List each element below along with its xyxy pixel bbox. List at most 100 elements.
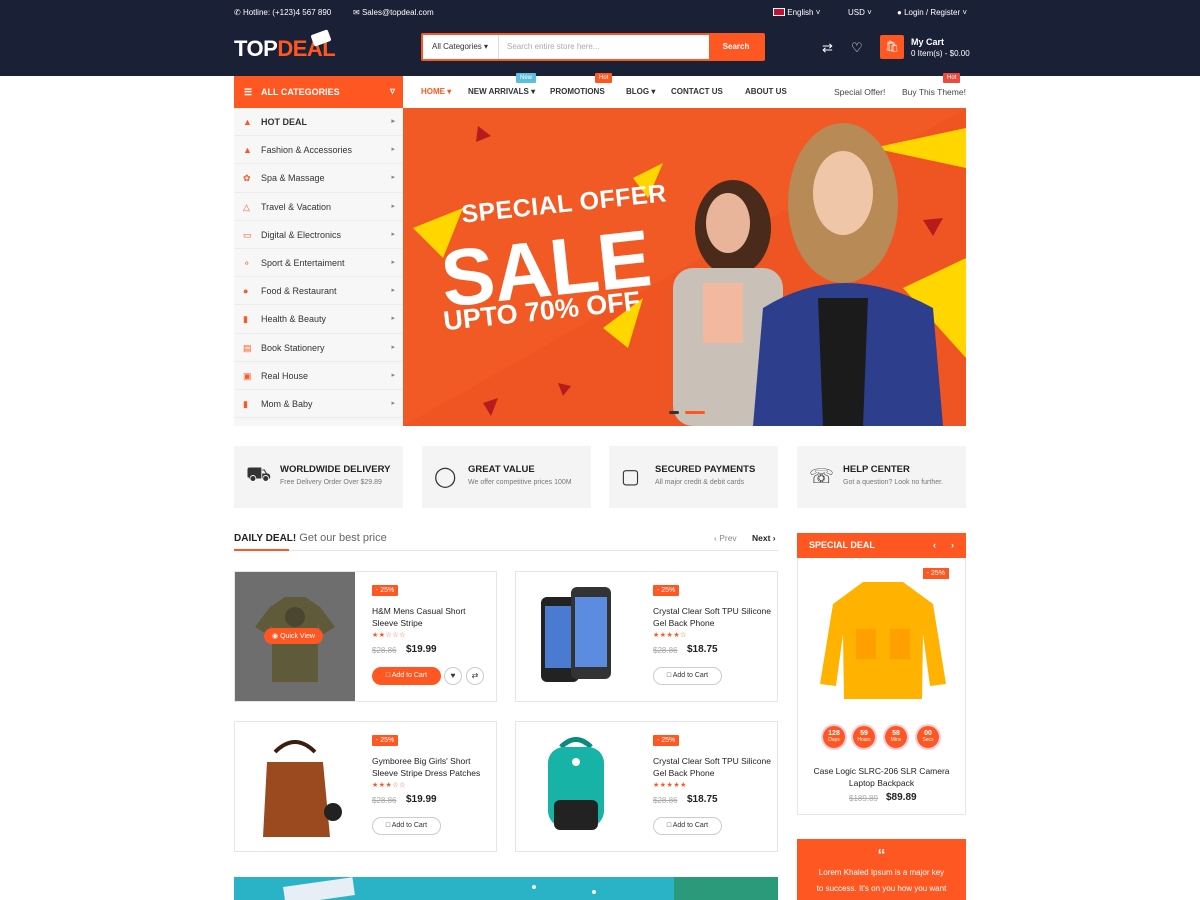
chevron-right-icon[interactable]: › xyxy=(951,533,954,558)
category-list: ▲ HOT DEAL ▸ ▲ Fashion & Accessories ▸ ✿ Spa & … xyxy=(234,108,403,426)
add-to-cart-label: Add to Cart xyxy=(672,822,709,829)
price: $19.99 xyxy=(406,794,437,805)
product-image[interactable]: ◉ Quick View xyxy=(235,572,355,701)
category-item[interactable]: ● Food & Restaurant ▸ xyxy=(234,277,403,306)
food-icon: ● xyxy=(243,286,249,297)
currency-label: USD xyxy=(848,8,865,17)
add-to-cart-button[interactable]: □ Add to Cart xyxy=(372,817,441,835)
wishlist-heart-icon[interactable]: ♥ xyxy=(444,667,462,685)
product-card[interactable]: - 25% Crystal Clear Soft TPU Silicone Ge… xyxy=(515,571,778,702)
special-offer-link[interactable]: Special Offer! xyxy=(834,87,885,97)
next-button[interactable]: Next › xyxy=(752,533,776,543)
category-item[interactable]: ▭ Digital & Electronics ▸ xyxy=(234,221,403,249)
special-deal-name[interactable]: Case Logic SLRC-206 SLR Camera Laptop Ba… xyxy=(798,765,965,789)
product-name[interactable]: Crystal Clear Soft TPU Silicone Gel Back… xyxy=(653,605,773,629)
chevron-down-icon: ˅ xyxy=(815,8,821,17)
feature-box: ⛟ WORLDWIDE DELIVERY Free Delivery Order O… xyxy=(234,446,403,508)
wishlist-heart-icon[interactable]: ♡ xyxy=(851,40,863,56)
product-image[interactable] xyxy=(235,722,355,851)
all-categories-label: ALL CATEGORIES xyxy=(261,87,340,97)
category-item[interactable]: ▲ HOT DEAL ▸ xyxy=(234,108,403,137)
book-icon: ▤ xyxy=(243,342,252,353)
discount-badge: - 25% xyxy=(372,585,399,596)
chevron-right-icon: ▸ xyxy=(391,287,395,295)
compare-icon[interactable]: ⇄ xyxy=(822,40,833,56)
chevron-right-icon: ▸ xyxy=(391,399,395,407)
all-categories-toggle[interactable]: ☰ ALL CATEGORIES ▿ xyxy=(234,76,403,108)
product-name[interactable]: Gymboree Big Girls' Short Sleeve Stripe … xyxy=(372,755,492,779)
feature-title: WORLDWIDE DELIVERY xyxy=(280,464,391,475)
product-image[interactable] xyxy=(516,722,636,851)
header: ✆ Hotline: (+123)4 567 890 ✉ Sales@topde… xyxy=(0,0,1200,76)
chevron-right-icon: ▸ xyxy=(391,230,395,238)
flame-icon: ▲ xyxy=(243,117,252,127)
countdown-label: Secs xyxy=(922,737,934,743)
old-price: $28.86 xyxy=(653,646,678,655)
sweater-image[interactable] xyxy=(818,574,948,704)
product-name[interactable]: H&M Mens Casual Short Sleeve Stripe xyxy=(372,605,492,629)
account-menu[interactable]: ● Login / Register ˅ xyxy=(897,8,967,17)
add-to-cart-button[interactable]: □ Add to Cart xyxy=(653,667,722,685)
category-item[interactable]: △ Travel & Vacation ▸ xyxy=(234,193,403,221)
caret-down-icon: ▾ xyxy=(531,87,536,96)
discount-badge: - 25% xyxy=(372,735,399,746)
category-label: Fashion & Accessories xyxy=(261,145,353,156)
chevron-left-icon[interactable]: ‹ xyxy=(933,533,936,558)
search-input[interactable]: Search entire store here... xyxy=(507,35,600,59)
promo-banner[interactable] xyxy=(234,877,778,900)
prev-button[interactable]: ‹ Prev xyxy=(714,533,737,543)
product-card[interactable]: ◉ Quick View - 25% H&M Mens Casual Short… xyxy=(234,571,497,702)
category-label: Book Stationery xyxy=(261,342,325,353)
hot-badge: Hot xyxy=(943,73,961,83)
chevron-down-icon: ˅ xyxy=(867,8,872,17)
hero-banner[interactable]: SPECIAL OFFER SALE UPTO 70% OFF xyxy=(403,108,966,426)
nav-about[interactable]: ABOUT US xyxy=(745,87,787,96)
product-image[interactable] xyxy=(516,572,636,701)
bottle-icon: ▮ xyxy=(243,398,248,409)
category-item[interactable]: ✿ Spa & Massage ▸ xyxy=(234,164,403,193)
category-item[interactable]: ▮ Mom & Baby ▸ xyxy=(234,390,403,419)
category-label: Spa & Massage xyxy=(261,173,325,184)
add-to-cart-button[interactable]: □ Add to Cart xyxy=(653,817,722,835)
cart-summary[interactable]: 0 Item(s) - $0.00 xyxy=(911,49,970,58)
add-to-cart-label: Add to Cart xyxy=(391,822,428,829)
nav-new-arrivals[interactable]: NEW ARRIVALS ▾ xyxy=(468,87,535,96)
product-card[interactable]: - 25% Crystal Clear Soft TPU Silicone Ge… xyxy=(515,721,778,852)
daily-deal-heading: DAILY DEAL! Get our best price xyxy=(234,532,387,544)
buy-theme-link[interactable]: Buy This Theme! xyxy=(902,87,966,97)
rating-stars: ★★☆☆☆ xyxy=(372,632,406,639)
language-selector[interactable]: English ˅ xyxy=(773,8,820,17)
quick-view-button[interactable]: ◉ Quick View xyxy=(264,628,323,644)
slider-dot-active[interactable] xyxy=(685,411,705,414)
category-item[interactable]: ▤ Book Stationery ▸ xyxy=(234,334,403,362)
product-name[interactable]: Crystal Clear Soft TPU Silicone Gel Back… xyxy=(653,755,773,779)
cart-title[interactable]: My Cart xyxy=(911,37,944,47)
chevron-right-icon: ▸ xyxy=(391,146,395,154)
category-label: Mom & Baby xyxy=(261,398,313,409)
walking-icon: △ xyxy=(243,201,250,212)
cart-bag-icon[interactable]: 🛍 xyxy=(880,35,904,59)
quote-icon: “ xyxy=(877,847,886,864)
add-to-cart-button[interactable]: □ Add to Cart xyxy=(372,667,441,685)
email[interactable]: ✉ Sales@topdeal.com xyxy=(353,8,434,17)
search-category-select[interactable]: All Categories ▾ xyxy=(423,35,499,59)
nav-promotions[interactable]: PROMOTIONS xyxy=(550,87,605,96)
product-card[interactable]: - 25% Gymboree Big Girls' Short Sleeve S… xyxy=(234,721,497,852)
category-item[interactable]: ▣ Real House ▸ xyxy=(234,362,403,390)
nav-contact[interactable]: CONTACT US xyxy=(671,87,723,96)
feature-title: SECURED PAYMENTS xyxy=(655,464,756,475)
search-button[interactable]: Search xyxy=(709,35,763,59)
countdown-unit: 00 Secs xyxy=(915,724,941,750)
daily-deal-title: DAILY DEAL! xyxy=(234,533,297,544)
category-item[interactable]: ▮ Health & Beauty ▸ xyxy=(234,305,403,334)
category-item[interactable]: ▲ Fashion & Accessories ▸ xyxy=(234,136,403,165)
category-item[interactable]: ⚬ Sport & Entertaiment ▸ xyxy=(234,249,403,278)
nav-home[interactable]: HOME ▾ xyxy=(421,87,451,96)
nav-blog[interactable]: BLOG ▾ xyxy=(626,87,655,96)
compare-icon[interactable]: ⇄ xyxy=(466,667,484,685)
add-to-cart-label: Add to Cart xyxy=(391,672,428,679)
category-label: HOT DEAL xyxy=(261,117,307,127)
slider-dot[interactable] xyxy=(669,411,679,414)
currency-selector[interactable]: USD ˅ xyxy=(848,8,872,17)
discount-badge: - 25% xyxy=(653,735,680,746)
